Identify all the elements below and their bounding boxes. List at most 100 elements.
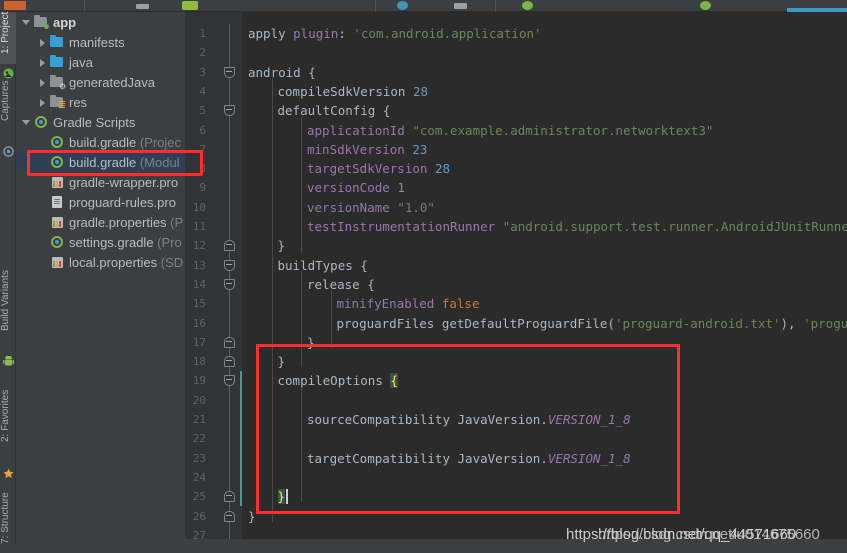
fold-toggle-icon[interactable] [224, 375, 235, 387]
indent-guide [301, 270, 302, 368]
fold-toggle-icon[interactable] [224, 278, 235, 290]
bottom-left-strip [0, 545, 185, 553]
tree-item-gradle-scripts[interactable]: Gradle Scripts [16, 112, 185, 132]
chevron-collapsed-icon[interactable] [36, 36, 49, 49]
line-number: 20 [192, 393, 206, 407]
code-token: minSdkVersion [307, 141, 413, 157]
code-line: buildTypes { [278, 256, 368, 275]
tree-item-label: build.gradle (Projec [69, 134, 182, 150]
run-button-icon[interactable] [4, 1, 26, 10]
fold-toggle-icon[interactable] [224, 510, 235, 522]
tool-tab-build-variants[interactable]: Build Variants [0, 270, 16, 350]
code-token: sourceCompatibility JavaVersion. [307, 412, 548, 427]
chevron-expanded-icon[interactable] [20, 116, 33, 129]
gradle-icon[interactable] [700, 1, 711, 10]
code-editor[interactable]: 1 2 3 4 5 6 7 8 9 10 11 12 13 14 15 16 17 18 19 20 21 22 23 24 2… [185, 12, 847, 553]
code-token: versionName [307, 199, 398, 215]
code-line: release { [307, 275, 375, 294]
editor-gutter[interactable]: 1 2 3 4 5 6 7 8 9 10 11 12 13 14 15 16 17 18 19 20 21 22 23 24 2… [185, 12, 242, 553]
fold-toggle-icon[interactable] [224, 356, 235, 368]
line-number: 11 [192, 220, 206, 233]
code-line: versionCode 1 [307, 178, 405, 197]
line-number: 1 [199, 27, 206, 40]
tree-item-res[interactable]: res [16, 92, 185, 112]
android-icon[interactable] [182, 1, 198, 10]
code-text-area[interactable]: apply plugin: 'com.android.application' a… [242, 12, 847, 553]
gradle-icon [49, 135, 65, 149]
android-robot-icon [3, 354, 14, 366]
code-token: "com.example.administrator.networktext3" [412, 122, 714, 138]
code-token: release { [307, 276, 375, 292]
code-token: VERSION_1_8 [547, 450, 631, 466]
tree-item-settings-gradle[interactable]: settings.gradle (Pro [16, 232, 185, 252]
code-token: minifyEnabled [336, 296, 442, 312]
code-line: sourceCompatibility JavaVersion.VERSION_… [307, 410, 631, 429]
chevron-collapsed-icon[interactable] [36, 96, 49, 109]
code-line: applicationId "com.example.administrator… [307, 121, 713, 140]
sync-project-icon[interactable] [397, 1, 408, 10]
fold-toggle-icon[interactable] [224, 491, 235, 503]
properties-icon [49, 215, 65, 229]
code-line: compileOptions { [278, 371, 398, 390]
tree-item-manifests[interactable]: manifests [16, 32, 185, 52]
tree-item-app[interactable]: app [16, 12, 185, 32]
tree-item-label: proguard-rules.pro [69, 194, 176, 210]
gradle-icon [49, 155, 65, 169]
code-token: 23 [412, 141, 428, 157]
fold-toggle-icon[interactable] [224, 105, 235, 117]
sdk-manager-icon[interactable] [522, 1, 533, 10]
line-number: 7 [199, 142, 206, 156]
code-line: } [277, 487, 286, 506]
code-token: } [277, 238, 286, 254]
fold-toggle-icon[interactable] [224, 240, 235, 252]
code-line: android { [248, 63, 316, 82]
tree-item-generatedjava[interactable]: ⚙ generatedJava [16, 72, 185, 92]
line-number: 15 [192, 297, 206, 311]
line-number: 10 [192, 200, 206, 214]
code-line: } [307, 333, 315, 352]
tree-item-label: build.gradle (Modul [69, 154, 180, 170]
device-selector-icon[interactable] [136, 4, 149, 9]
line-number: 16 [192, 316, 206, 330]
code-token: "android.support.test.runner.AndroidJUni… [502, 219, 847, 234]
tree-item-gradle-wrapper-pro[interactable]: gradle-wrapper.pro [16, 172, 185, 192]
line-number: 18 [192, 355, 206, 369]
tree-item-local-properties[interactable]: local.properties (SD [16, 252, 185, 272]
text-file-icon [49, 195, 65, 209]
tree-item-label: res [69, 94, 88, 110]
toolbar-separator [495, 0, 496, 12]
tool-tab-structure-label: 7: Structure [0, 492, 11, 544]
code-token: 28 [434, 161, 450, 177]
tool-tab-project[interactable]: 1: Project [0, 12, 16, 64]
code-token: targetSdkVersion [307, 161, 435, 177]
avd-manager-icon[interactable] [454, 3, 467, 9]
tool-tab-structure[interactable]: 7: Structure [0, 492, 16, 553]
code-token: } [277, 354, 286, 370]
indent-guide [301, 116, 302, 252]
code-token: proguardFiles getDefaultProguardFile( [336, 315, 615, 331]
android-studio-window: 1: Project Captures Build Variants 2: Fa… [0, 0, 847, 553]
fold-toggle-icon[interactable] [224, 259, 235, 271]
tree-item-build-gradle[interactable]: build.gradle (Modul [16, 152, 185, 172]
chevron-collapsed-icon[interactable] [36, 76, 49, 89]
fold-toggle-icon[interactable] [224, 66, 235, 78]
indent-guide [271, 77, 273, 522]
tree-item-proguard-rules-pro[interactable]: proguard-rules.pro [16, 192, 185, 212]
project-tree-panel[interactable]: app manifests java ⚙ generatedJava res Gradle … [16, 12, 185, 553]
line-number: 14 [192, 277, 206, 291]
code-line: versionName "1.0" [307, 198, 435, 217]
code-token: : [338, 26, 354, 41]
code-line: testInstrumentationRunner "android.suppo… [307, 217, 847, 236]
tool-tab-favorites[interactable]: 2: Favorites [0, 390, 16, 462]
tree-item-build-gradle[interactable]: build.gradle (Projec [16, 132, 185, 152]
tool-tab-captures[interactable]: Captures [0, 80, 16, 142]
tool-tab-build-variants-label: Build Variants [0, 270, 11, 331]
code-token: 'com.android.application' [353, 26, 542, 41]
tree-item-java[interactable]: java [16, 52, 185, 72]
line-number: 8 [199, 162, 206, 176]
chevron-expanded-icon[interactable] [20, 16, 33, 29]
chevron-collapsed-icon[interactable] [36, 56, 49, 69]
tree-item-gradle-properties[interactable]: gradle.properties (P [16, 212, 185, 232]
fold-toggle-icon[interactable] [224, 336, 235, 348]
